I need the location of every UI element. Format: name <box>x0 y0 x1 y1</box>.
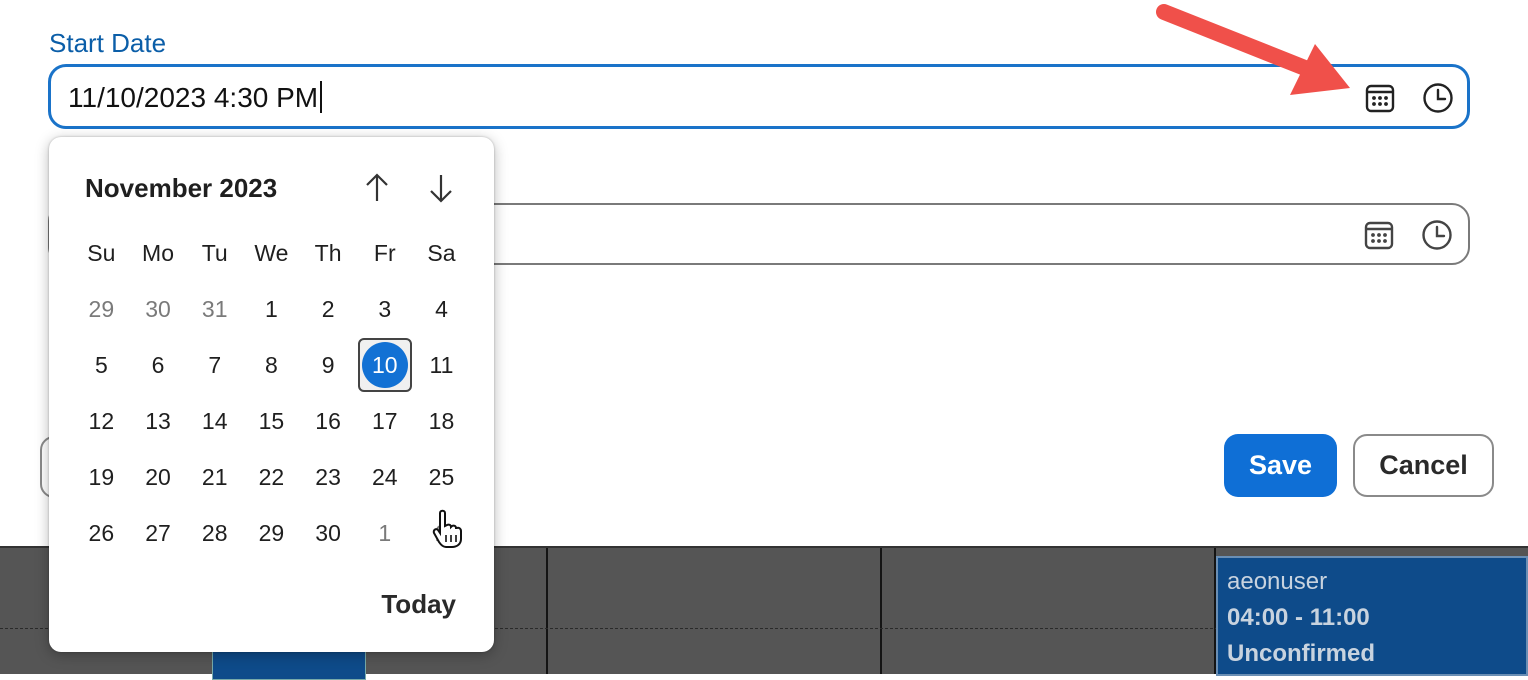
clock-icon[interactable] <box>1421 81 1455 115</box>
calendar-day-label: 6 <box>151 351 165 378</box>
calendar-day-label: 23 <box>315 463 341 490</box>
calendar-day-label: 16 <box>315 407 341 434</box>
calendar-day-label: 5 <box>94 351 108 378</box>
calendar-day[interactable]: 12 <box>73 393 130 449</box>
calendar-day-label: 21 <box>201 463 228 490</box>
weekday-header: Th <box>314 239 342 266</box>
calendar-day[interactable]: 9 <box>300 337 357 393</box>
calendar-day[interactable]: 8 <box>243 337 300 393</box>
calendar-day[interactable]: 24 <box>356 449 413 505</box>
calendar-day-label: 2 <box>321 295 335 322</box>
calendar-day-label: 27 <box>145 519 171 546</box>
calendar-day[interactable]: 29 <box>243 505 300 561</box>
calendar-day-label: 14 <box>201 407 228 434</box>
calendar-day-label: 4 <box>435 295 448 322</box>
calendar-day-label: 31 <box>201 295 228 322</box>
weekday-header: Sa <box>427 239 456 266</box>
event-user: aeonuser <box>1227 568 1328 595</box>
calendar-day[interactable]: 5 <box>73 337 130 393</box>
text-caret <box>320 81 323 113</box>
calendar-day-label: 7 <box>208 351 222 378</box>
calendar-day[interactable]: 16 <box>300 393 357 449</box>
today-button[interactable]: Today <box>381 589 456 620</box>
calendar-day-label: 15 <box>258 407 285 434</box>
calendar-day[interactable]: 27 <box>130 505 187 561</box>
calendar-icon[interactable] <box>1362 218 1396 252</box>
calendar-day[interactable]: 7 <box>186 337 243 393</box>
grid-line <box>880 548 882 674</box>
calendar-day-label: 1 <box>378 519 392 546</box>
start-date-label: Start Date <box>49 28 167 58</box>
calendar-day-label: 3 <box>378 295 392 322</box>
calendar-day-label: 17 <box>371 407 398 434</box>
save-button[interactable]: Save <box>1224 434 1337 497</box>
calendar-day[interactable]: 28 <box>186 505 243 561</box>
calendar-day[interactable]: 29 <box>73 281 130 337</box>
calendar-day-label: 26 <box>88 519 115 546</box>
event-time: 04:00 - 11:00 <box>1227 604 1370 631</box>
calendar-day[interactable]: 20 <box>130 449 187 505</box>
calendar-day-label: 29 <box>88 295 115 322</box>
calendar-day[interactable]: 1 <box>356 505 413 561</box>
calendar-day[interactable]: 23 <box>300 449 357 505</box>
calendar-day-label: 18 <box>428 407 455 434</box>
calendar-day-label: 13 <box>145 407 171 434</box>
calendar-day[interactable]: 19 <box>73 449 130 505</box>
calendar-day[interactable]: 17 <box>356 393 413 449</box>
calendar-day-label: 1 <box>265 295 278 322</box>
weekday-header: We <box>254 239 289 266</box>
calendar-day[interactable]: 15 <box>243 393 300 449</box>
grid-line <box>546 548 548 674</box>
date-picker-popup: November 2023 Su Mo Tu We Th Fr Sa 29 30 31 1 2 3 4 5 6… <box>49 137 494 652</box>
calendar-day[interactable]: 11 <box>413 337 470 393</box>
calendar-day-label: 24 <box>371 463 398 490</box>
annotation-arrow-icon <box>1156 4 1350 95</box>
calendar-day-label: 29 <box>258 519 285 546</box>
calendar-grid: Su Mo Tu We Th Fr Sa 29 30 31 1 2 3 4 5 6 7 8 9 10 11 12 13 14 1… <box>73 225 470 561</box>
weekday-header: Fr <box>373 239 396 266</box>
calendar-day[interactable]: 30 <box>130 281 187 337</box>
calendar-day-label: 10 <box>371 351 398 378</box>
month-title: November 2023 <box>85 173 278 203</box>
hand-pointer-icon <box>432 509 462 548</box>
calendar-day[interactable]: 2 <box>300 281 357 337</box>
calendar-day[interactable]: 1 <box>243 281 300 337</box>
calendar-day-label: 30 <box>145 295 171 322</box>
clock-icon[interactable] <box>1420 218 1454 252</box>
calendar-day[interactable]: 4 <box>413 281 470 337</box>
calendar-day-label: 12 <box>88 407 115 434</box>
weekday-header: Tu <box>201 239 228 266</box>
schedule-event-card[interactable]: aeonuser 04:00 - 11:00 Unconfirmed <box>1216 556 1528 676</box>
calendar-day[interactable]: 6 <box>130 337 187 393</box>
calendar-day[interactable]: 25 <box>413 449 470 505</box>
calendar-day-label: 25 <box>428 463 455 490</box>
calendar-day[interactable]: 3 <box>356 281 413 337</box>
calendar-day[interactable]: 22 <box>243 449 300 505</box>
calendar-day[interactable]: 21 <box>186 449 243 505</box>
calendar-day[interactable]: 30 <box>300 505 357 561</box>
weekday-header: Su <box>87 239 116 266</box>
calendar-day[interactable]: 31 <box>186 281 243 337</box>
start-date-value[interactable]: 11/10/2023 4:30 PM <box>68 81 323 114</box>
schedule-event-block[interactable] <box>212 648 366 680</box>
calendar-day-label: 9 <box>321 351 335 378</box>
calendar-day-label: 20 <box>145 463 171 490</box>
weekday-header: Mo <box>142 239 174 266</box>
calendar-day[interactable]: 14 <box>186 393 243 449</box>
calendar-day-label: 11 <box>429 351 454 378</box>
calendar-day-selected[interactable]: 10 <box>356 337 413 393</box>
calendar-day-label: 28 <box>201 519 228 546</box>
calendar-day[interactable]: 18 <box>413 393 470 449</box>
calendar-day-label: 19 <box>88 463 115 490</box>
calendar-day[interactable]: 26 <box>73 505 130 561</box>
arrow-down-icon[interactable] <box>426 171 456 205</box>
calendar-day[interactable]: 13 <box>130 393 187 449</box>
calendar-day-label: 8 <box>265 351 278 378</box>
event-status: Unconfirmed <box>1227 640 1376 667</box>
cancel-button[interactable]: Cancel <box>1353 434 1494 497</box>
arrow-up-icon[interactable] <box>362 171 392 205</box>
calendar-day-label: 22 <box>258 463 285 490</box>
calendar-day-label: 30 <box>315 519 341 546</box>
